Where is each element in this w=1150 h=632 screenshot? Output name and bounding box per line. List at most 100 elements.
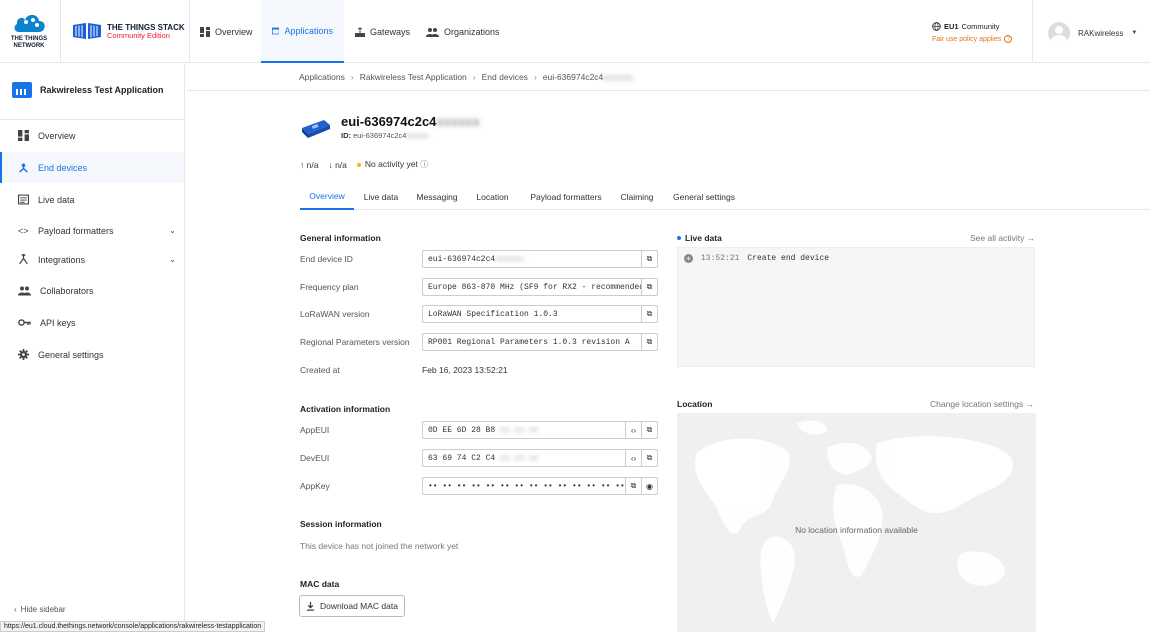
tab-label: General settings — [673, 191, 735, 202]
sidebar-item-api-keys[interactable]: API keys — [0, 307, 184, 338]
copy-button[interactable]: ⧉ — [641, 251, 657, 267]
tab-location[interactable]: Location — [470, 183, 515, 210]
uplink-stat: ↑ n/a — [300, 160, 318, 170]
chevron-down-icon[interactable]: ⌄ — [169, 255, 176, 264]
breadcrumb-separator: › — [350, 72, 354, 82]
user-name: RAKwireless — [1078, 28, 1124, 38]
show-key-button[interactable]: ◉ — [641, 478, 657, 494]
downlink-stat: ↓ n/a — [328, 160, 346, 170]
ttn-logo-line2: NETWORK — [13, 43, 45, 49]
no-location-message: No location information available — [795, 525, 918, 535]
tab-label: Messaging — [416, 191, 458, 202]
chevron-left-icon: ‹ — [14, 605, 17, 614]
sidebar-item-general-settings[interactable]: General settings — [0, 339, 184, 370]
change-location-settings-link[interactable]: Change location settings → — [930, 399, 1034, 409]
sidebar-item-label: Collaborators — [40, 285, 94, 296]
sidebar-item-overview[interactable]: Overview — [0, 120, 184, 151]
nav-overview[interactable]: Overview — [189, 0, 264, 63]
chevron-down-icon[interactable]: ⌄ — [169, 226, 176, 235]
ttn-logo-line1: THE THINGS — [10, 36, 48, 42]
end-device-id-value: eui-636974c2c4xxxxxx — [423, 255, 641, 264]
breadcrumb-end-devices[interactable]: End devices — [482, 72, 528, 82]
location-title: Location — [677, 399, 713, 409]
regional-parameters-value: RP001 Regional Parameters 1.0.3 revision… — [428, 337, 630, 347]
end-device-id-label: End device ID — [300, 254, 353, 264]
tab-overview[interactable]: Overview — [300, 183, 354, 210]
nav-gateways-label: Gateways — [370, 26, 411, 37]
copy-button[interactable]: ⧉ — [641, 422, 657, 438]
breadcrumb: Applications › Rakwireless Test Applicat… — [299, 72, 633, 82]
toggle-byte-order-button[interactable]: ‹› — [625, 450, 641, 466]
hide-sidebar-button[interactable]: ‹ Hide sidebar — [14, 605, 66, 614]
breadcrumb-application[interactable]: Rakwireless Test Application — [360, 72, 467, 82]
copy-button[interactable]: ⧉ — [625, 478, 641, 494]
deveui-value: 63 69 74 C2 C4 xx xx xx — [423, 454, 625, 463]
copy-button[interactable]: ⧉ — [641, 334, 657, 350]
breadcrumb-applications[interactable]: Applications — [299, 72, 345, 82]
tab-payload-formatters[interactable]: Payload formatters — [522, 183, 610, 210]
copy-button[interactable]: ⧉ — [641, 279, 657, 295]
nav-applications[interactable]: Applications — [261, 0, 344, 63]
nav-applications-label: Applications — [284, 25, 333, 36]
lorawan-version-value: LoRaWAN Specification 1.0.3 — [428, 309, 558, 319]
grid-icon — [18, 130, 29, 141]
gear-icon — [18, 349, 29, 360]
lorawan-version-field: LoRaWAN Specification 1.0.3 ⧉ — [422, 305, 658, 323]
copy-icon: ⧉ — [646, 425, 653, 434]
device-id-label: ID: — [341, 131, 351, 140]
arrow-up-icon: ↑ — [300, 159, 305, 170]
copy-icon: ⧉ — [646, 309, 653, 318]
download-mac-data-label: Download MAC data — [320, 601, 398, 611]
tab-label: Claiming — [620, 191, 654, 202]
copy-icon: ⧉ — [646, 254, 653, 263]
sidebar-item-live-data[interactable]: Live data — [0, 184, 184, 215]
event-time: 13:52:21 — [701, 254, 740, 263]
nav-organizations[interactable]: Organizations — [415, 0, 511, 63]
download-mac-data-button[interactable]: Download MAC data — [299, 595, 405, 617]
sidebar-item-payload-formatters[interactable]: <> Payload formatters ⌄ — [0, 215, 184, 246]
sidebar-item-collaborators[interactable]: Collaborators — [0, 275, 184, 306]
frequency-plan-field: Europe 863-870 MHz (SF9 for RX2 - recomm… — [422, 278, 658, 296]
key-icon — [18, 319, 31, 326]
event-text: Create end device — [747, 254, 830, 263]
sidebar-item-end-devices[interactable]: End devices — [0, 152, 184, 183]
code-icon: ‹› — [630, 453, 637, 463]
sidebar-item-integrations[interactable]: Integrations ⌄ — [0, 244, 184, 275]
live-dot-icon — [677, 236, 681, 240]
copy-button[interactable]: ⧉ — [641, 306, 657, 322]
user-menu[interactable]: RAKwireless ▼ — [1048, 22, 1137, 44]
fair-use-policy-link[interactable]: Fair use policy applies — [932, 36, 1001, 43]
help-icon[interactable]: ? — [1004, 35, 1013, 43]
region-indicator[interactable]: EU1 Community Fair use policy applies ? — [932, 22, 1013, 43]
copy-icon: ⧉ — [646, 282, 653, 291]
live-data-title-text: Live data — [685, 233, 722, 243]
tab-general-settings[interactable]: General settings — [667, 183, 741, 210]
region-community: Community — [961, 22, 1000, 31]
help-icon[interactable]: ⓘ — [420, 160, 428, 169]
tab-live-data[interactable]: Live data — [358, 183, 404, 210]
end-device-icon — [302, 120, 330, 138]
created-at-value: Feb 16, 2023 13:52:21 — [422, 365, 508, 375]
copy-button[interactable]: ⧉ — [641, 450, 657, 466]
create-event-icon: + — [684, 254, 693, 263]
redacted-text: xx xx xx — [500, 453, 539, 463]
device-id-value: eui-636974c2c4 — [353, 131, 407, 140]
live-data-title: Live data — [677, 233, 722, 243]
sidebar-item-label: API keys — [40, 317, 76, 328]
activation-information-title: Activation information — [300, 404, 391, 414]
toggle-byte-order-button[interactable]: ‹› — [625, 422, 641, 438]
sidebar-item-label: Integrations — [38, 254, 86, 265]
tab-claiming[interactable]: Claiming — [616, 183, 658, 210]
nav-overview-label: Overview — [215, 26, 253, 37]
arrow-down-icon: ↓ — [328, 159, 333, 170]
see-all-activity-link[interactable]: See all activity → — [970, 233, 1035, 243]
copy-icon: ⧉ — [646, 453, 653, 462]
uplink-value: n/a — [306, 159, 319, 170]
lorawan-version-label: LoRaWAN version — [300, 309, 370, 319]
nav-gateways[interactable]: Gateways — [344, 0, 421, 63]
tab-messaging[interactable]: Messaging — [411, 183, 463, 210]
copy-icon: ⧉ — [646, 337, 653, 346]
ttn-logo[interactable]: THE THINGS NETWORK — [10, 12, 48, 52]
deveui-label: DevEUI — [300, 453, 330, 463]
live-data-event[interactable]: + 13:52:21 Create end device — [684, 254, 829, 263]
